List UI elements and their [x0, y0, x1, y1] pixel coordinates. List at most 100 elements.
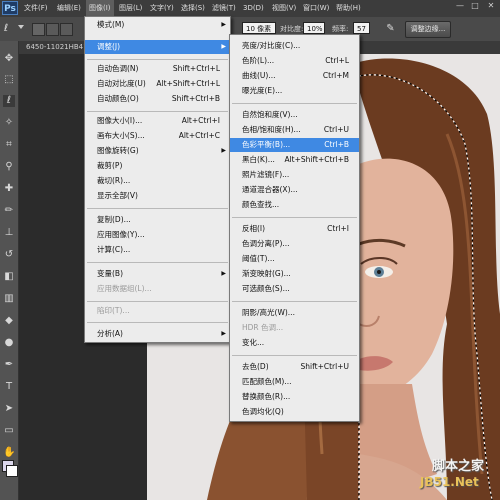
submenu-item-equalize[interactable]: 色调均化(Q) — [230, 405, 359, 419]
quick-select-tool-icon[interactable]: ✧ — [3, 117, 15, 129]
hand-tool-icon[interactable]: ✋ — [3, 447, 15, 459]
submenu-item-replace-color[interactable]: 替换颜色(R)... — [230, 390, 359, 404]
submenu-item-vibrance[interactable]: 自然饱和度(V)... — [230, 108, 359, 122]
menu-item-crop[interactable]: 裁剪(P) — [85, 159, 230, 173]
menu-separator — [232, 355, 357, 356]
menu-item-image-size[interactable]: 图像大小(I)... Alt+Ctrl+I — [85, 114, 230, 128]
submenu-item-curves[interactable]: 曲线(U)... Ctrl+M — [230, 69, 359, 83]
menu-file[interactable]: 文件(F) — [24, 0, 48, 17]
menu-separator — [232, 103, 357, 104]
history-brush-icon[interactable]: ↺ — [3, 249, 15, 261]
menu-edit[interactable]: 编辑(E) — [57, 0, 81, 17]
photoshop-logo: Ps — [2, 1, 18, 15]
submenu-item-black-white[interactable]: 黑白(K)... Alt+Shift+Ctrl+B — [230, 153, 359, 167]
menu-item-auto-contrast[interactable]: 自动对比度(U) Alt+Shift+Ctrl+L — [85, 77, 230, 91]
watermark-line1: 脚本之家 — [432, 459, 485, 474]
type-tool-icon[interactable]: T — [3, 381, 15, 393]
submenu-item-photo-filter[interactable]: 照片滤镜(F)... — [230, 168, 359, 182]
submenu-item-match-color[interactable]: 匹配颜色(M)... — [230, 375, 359, 389]
menu-type[interactable]: 文字(Y) — [150, 0, 174, 17]
submenu-item-brightness-contrast[interactable]: 亮度/对比度(C)... — [230, 39, 359, 53]
move-tool-icon[interactable]: ✥ — [3, 53, 15, 65]
menu-separator — [87, 301, 228, 302]
submenu-item-shadows-highlights[interactable]: 阴影/高光(W)... — [230, 306, 359, 320]
menu-separator — [232, 301, 357, 302]
chevron-down-icon[interactable] — [18, 25, 24, 29]
path-select-icon[interactable]: ➤ — [3, 403, 15, 415]
tools-panel: ✥ ⬚ ℓ ✧ ⌗ ⚲ ✚ ✏ ⊥ ↺ ◧ ▥ ◆ ● ✒ T ➤ ▭ ✋ ⚲ — [0, 41, 19, 500]
submenu-item-variations[interactable]: 变化... — [230, 336, 359, 350]
brush-tool-icon[interactable]: ✏ — [3, 205, 15, 217]
menu-item-apply-image[interactable]: 应用图像(Y)... — [85, 228, 230, 242]
menu-item-canvas-size[interactable]: 画布大小(S)... Alt+Ctrl+C — [85, 129, 230, 143]
close-icon[interactable]: ✕ — [486, 1, 496, 11]
menu-item-mode[interactable]: 模式(M) ▶ — [85, 18, 230, 32]
dodge-tool-icon[interactable]: ● — [3, 337, 15, 349]
marquee-tool-icon[interactable]: ⬚ — [3, 74, 15, 86]
menu-3d[interactable]: 3D(D) — [243, 0, 264, 17]
menu-select[interactable]: 选择(S) — [181, 0, 205, 17]
menu-item-analysis[interactable]: 分析(A) ▶ — [85, 327, 230, 341]
menu-separator — [87, 322, 228, 323]
submenu-item-threshold[interactable]: 阈值(T)... — [230, 252, 359, 266]
menu-layer[interactable]: 图层(L) — [119, 0, 142, 17]
width-field[interactable]: 10 像素 — [242, 22, 276, 34]
menu-item-reveal-all[interactable]: 显示全部(V) — [85, 189, 230, 203]
menu-bar: Ps 文件(F) 编辑(E) 图像(I) 图层(L) 文字(Y) 选择(S) 滤… — [0, 0, 500, 17]
submenu-item-exposure[interactable]: 曝光度(E)... — [230, 84, 359, 98]
image-menu: 模式(M) ▶ 调整(J) ▶ 自动色调(N) Shift+Ctrl+L 自动对比度(… — [84, 16, 231, 343]
clone-stamp-icon[interactable]: ⊥ — [3, 227, 15, 239]
submenu-item-color-lookup[interactable]: 颜色查找... — [230, 198, 359, 212]
menu-item-adjustments[interactable]: 调整(J) ▶ — [85, 40, 230, 54]
menu-item-image-rotation[interactable]: 图像旋转(G) ▶ — [85, 144, 230, 158]
submenu-item-hue-saturation[interactable]: 色相/饱和度(H)... Ctrl+U — [230, 123, 359, 137]
menu-item-variables[interactable]: 变量(B) ▶ — [85, 267, 230, 281]
menu-item-auto-tone[interactable]: 自动色调(N) Shift+Ctrl+L — [85, 62, 230, 76]
menu-image[interactable]: 图像(I) — [86, 0, 114, 17]
watermark-line2: JB51.Net — [420, 475, 479, 489]
blur-tool-icon[interactable]: ◆ — [3, 315, 15, 327]
healing-brush-icon[interactable]: ✚ — [3, 183, 15, 195]
crop-tool-icon[interactable]: ⌗ — [3, 139, 15, 151]
menu-filter[interactable]: 滤镜(T) — [212, 0, 236, 17]
menu-item-apply-data-set: 应用数据组(L)... — [97, 284, 152, 293]
menu-separator — [87, 208, 228, 209]
menu-item-trim[interactable]: 裁切(R)... — [85, 174, 230, 188]
menu-window[interactable]: 窗口(W) — [303, 0, 329, 17]
submenu-item-hdr-toning: HDR 色调... — [242, 323, 284, 332]
minimize-icon[interactable]: — — [455, 1, 465, 11]
submenu-item-posterize[interactable]: 色调分离(P)... — [230, 237, 359, 251]
submenu-item-gradient-map[interactable]: 渐变映射(G)... — [230, 267, 359, 281]
new-selection-icon[interactable] — [32, 23, 45, 36]
submenu-item-desaturate[interactable]: 去色(D) Shift+Ctrl+U — [230, 360, 359, 374]
submenu-item-invert[interactable]: 反相(I) Ctrl+I — [230, 222, 359, 236]
submenu-item-selective-color[interactable]: 可选颜色(S)... — [230, 282, 359, 296]
magnetic-lasso-icon[interactable]: ℓ — [4, 22, 16, 35]
contrast-field[interactable]: 10% — [303, 22, 325, 34]
menu-separator — [87, 262, 228, 263]
submenu-item-channel-mixer[interactable]: 通道混合器(X)... — [230, 183, 359, 197]
shape-tool-icon[interactable]: ▭ — [3, 425, 15, 437]
pen-pressure-icon[interactable]: ✎ — [384, 22, 397, 35]
menu-separator — [232, 217, 357, 218]
menu-item-trap: 陷印(T)... — [97, 306, 130, 315]
submenu-item-levels[interactable]: 色阶(L)... Ctrl+L — [230, 54, 359, 68]
add-selection-icon[interactable] — [46, 23, 59, 36]
submenu-item-color-balance[interactable]: 色彩平衡(B)... Ctrl+B — [230, 138, 359, 152]
menu-separator — [87, 59, 228, 60]
frequency-field[interactable]: 57 — [353, 22, 370, 34]
menu-help[interactable]: 帮助(H) — [336, 0, 361, 17]
menu-item-calculations[interactable]: 计算(C)... — [85, 243, 230, 257]
gradient-tool-icon[interactable]: ▥ — [3, 293, 15, 305]
menu-view[interactable]: 视图(V) — [272, 0, 296, 17]
refine-edge-button[interactable]: 调整边缘... — [405, 21, 451, 38]
lasso-tool-icon[interactable]: ℓ — [3, 95, 15, 107]
background-color-swatch[interactable] — [6, 465, 18, 477]
menu-item-duplicate[interactable]: 复制(D)... — [85, 213, 230, 227]
eraser-tool-icon[interactable]: ◧ — [3, 271, 15, 283]
eyedropper-tool-icon[interactable]: ⚲ — [3, 161, 15, 173]
maximize-icon[interactable]: □ — [470, 1, 480, 11]
pen-tool-icon[interactable]: ✒ — [3, 359, 15, 371]
subtract-selection-icon[interactable] — [60, 23, 73, 36]
menu-item-auto-color[interactable]: 自动颜色(O) Shift+Ctrl+B — [85, 92, 230, 106]
